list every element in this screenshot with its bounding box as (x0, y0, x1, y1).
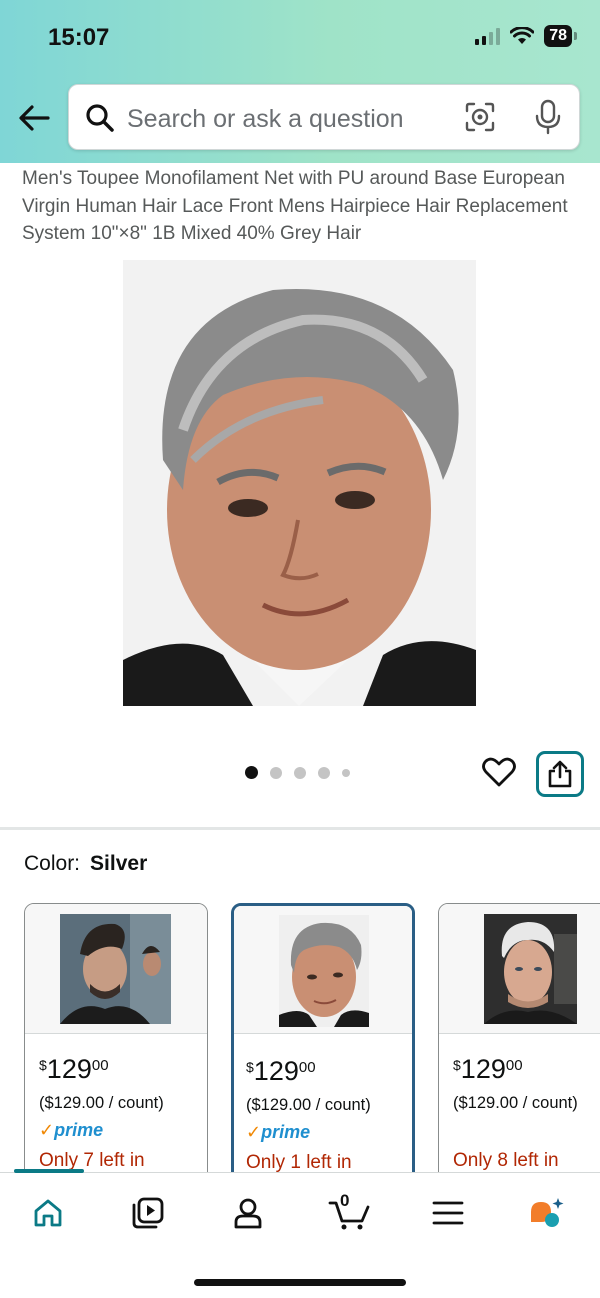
nav-cart[interactable]: 0 (326, 1191, 374, 1233)
color-selection-label: Color: Silver (24, 852, 147, 876)
prime-badge: ✓prime (246, 1122, 311, 1142)
stock-status: Only 1 left in (246, 1152, 352, 1173)
shopping-cart-icon (328, 1201, 370, 1230)
microphone-icon[interactable] (534, 99, 562, 135)
hamburger-menu-icon (432, 1201, 464, 1225)
video-play-icon (132, 1197, 164, 1229)
wifi-icon (510, 27, 535, 44)
ai-assistant-icon (531, 1198, 564, 1227)
bottom-navigation-bar: 0 (0, 1169, 600, 1298)
status-icons: 78 (475, 25, 577, 47)
color-label: Color: (24, 852, 81, 875)
swatch-unit-price: ($129.00 / count) (39, 1094, 164, 1112)
swatch-price: $12900 (453, 1054, 523, 1084)
swatch-thumbnail (60, 914, 171, 1024)
pagination-dot[interactable] (342, 768, 350, 777)
cellular-signal-icon (475, 27, 501, 45)
search-input[interactable]: Search or ask a question (127, 105, 404, 134)
home-icon (34, 1199, 62, 1227)
status-time: 15:07 (48, 24, 110, 51)
active-tab-indicator (14, 1169, 84, 1173)
prime-badge: ✓prime (39, 1120, 104, 1140)
color-swatch-option[interactable]: $12900 ($129.00 / count) ✓prime Only 7 l… (24, 903, 208, 1183)
stock-status: Only 8 left in (453, 1150, 559, 1171)
back-arrow-icon[interactable] (16, 100, 52, 136)
pagination-dot[interactable] (245, 766, 258, 779)
nav-rufus-assistant[interactable] (526, 1193, 566, 1233)
image-pagination-dots[interactable] (245, 766, 350, 779)
top-header: 15:07 78 Search or ask a question (0, 0, 600, 163)
color-swatch-option[interactable]: $12900 ($129.00 / count) Only 8 left in (438, 903, 600, 1183)
user-account-icon (234, 1198, 262, 1229)
swatch-thumbnail (484, 914, 577, 1024)
search-icon (86, 104, 114, 132)
cart-count-badge: 0 (340, 1191, 350, 1210)
swatch-unit-price: ($129.00 / count) (453, 1094, 578, 1112)
share-icon (548, 760, 572, 788)
nav-home[interactable] (28, 1193, 68, 1233)
battery-indicator: 78 (544, 25, 577, 47)
share-button[interactable] (536, 751, 584, 797)
pagination-dot[interactable] (270, 766, 282, 779)
nav-video[interactable] (128, 1193, 168, 1233)
swatch-thumbnail (279, 915, 369, 1027)
color-value: Silver (90, 852, 148, 875)
pagination-dot[interactable] (318, 766, 330, 779)
nav-menu[interactable] (428, 1193, 468, 1233)
product-main-image[interactable] (123, 260, 476, 706)
search-box[interactable]: Search or ask a question (68, 84, 580, 150)
swatch-price: $12900 (246, 1056, 316, 1086)
home-indicator-bar (194, 1279, 406, 1286)
swatch-price: $12900 (39, 1054, 109, 1084)
section-divider (0, 827, 600, 830)
heart-icon[interactable] (482, 756, 516, 788)
camera-lens-icon[interactable] (464, 101, 496, 133)
product-title: Men's Toupee Monofilament Net with PU ar… (22, 168, 568, 244)
pagination-dot[interactable] (294, 766, 306, 779)
color-swatch-option-selected[interactable]: $12900 ($129.00 / count) ✓prime Only 1 l… (231, 903, 415, 1183)
nav-account[interactable] (228, 1193, 268, 1233)
swatch-unit-price: ($129.00 / count) (246, 1096, 371, 1114)
